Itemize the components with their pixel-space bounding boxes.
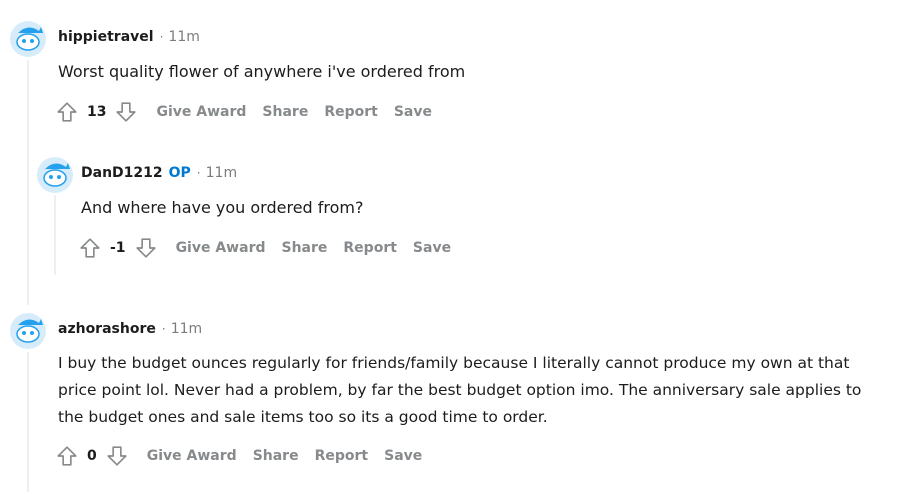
op-badge: OP xyxy=(168,165,191,181)
comment-body: Worst quality flower of anywhere i've or… xyxy=(58,62,466,81)
comment-timestamp[interactable]: 11m xyxy=(171,321,202,337)
snoo-avatar-icon xyxy=(10,21,46,57)
save-button[interactable]: Save xyxy=(413,240,451,256)
meta-separator: · xyxy=(159,30,164,44)
comment-actions: -1 Give Award Share Report Save xyxy=(78,235,451,261)
avatar[interactable] xyxy=(10,313,46,349)
report-button[interactable]: Report xyxy=(315,448,369,464)
share-button[interactable]: Share xyxy=(253,448,299,464)
share-button[interactable]: Share xyxy=(282,240,328,256)
vote-score: -1 xyxy=(110,240,126,256)
save-button[interactable]: Save xyxy=(394,104,432,120)
vote-score: 0 xyxy=(87,448,97,464)
meta-separator: · xyxy=(196,166,201,180)
give-award-button[interactable]: Give Award xyxy=(156,104,246,120)
comment-actions: 13 Give Award Share Report Save xyxy=(55,99,432,125)
comment-author[interactable]: hippietravel xyxy=(58,29,154,45)
report-button[interactable]: Report xyxy=(324,104,378,120)
upvote-arrow-icon[interactable] xyxy=(55,100,79,124)
downvote-arrow-icon[interactable] xyxy=(105,444,129,468)
comment-timestamp[interactable]: 11m xyxy=(168,29,199,45)
vote-score: 13 xyxy=(87,104,107,120)
thread-line[interactable] xyxy=(54,195,56,275)
give-award-button[interactable]: Give Award xyxy=(147,448,237,464)
comment-timestamp[interactable]: 11m xyxy=(206,165,237,181)
upvote-arrow-icon[interactable] xyxy=(55,444,79,468)
comment-body: And where have you ordered from? xyxy=(81,198,364,217)
meta-separator: · xyxy=(161,322,166,336)
give-award-button[interactable]: Give Award xyxy=(176,240,266,256)
avatar[interactable] xyxy=(10,21,46,57)
avatar[interactable] xyxy=(37,157,73,193)
thread-line[interactable] xyxy=(27,60,29,305)
comment-actions: 0 Give Award Share Report Save xyxy=(55,443,422,469)
comment-author[interactable]: azhorashore xyxy=(58,321,156,337)
downvote-arrow-icon[interactable] xyxy=(114,100,138,124)
thread-line[interactable] xyxy=(27,352,29,492)
report-button[interactable]: Report xyxy=(343,240,397,256)
comment-author[interactable]: DanD1212 xyxy=(81,165,163,181)
downvote-arrow-icon[interactable] xyxy=(134,236,158,260)
share-button[interactable]: Share xyxy=(262,104,308,120)
snoo-avatar-icon xyxy=(10,313,46,349)
comment-body: I buy the budget ounces regularly for fr… xyxy=(58,354,862,426)
snoo-avatar-icon xyxy=(37,157,73,193)
upvote-arrow-icon[interactable] xyxy=(78,236,102,260)
save-button[interactable]: Save xyxy=(384,448,422,464)
